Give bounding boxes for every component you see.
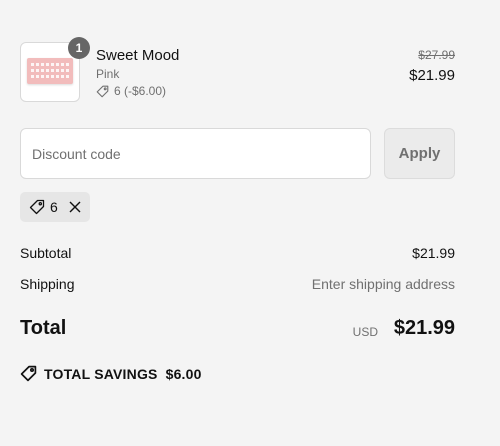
- press-on-nails-image: [27, 58, 73, 84]
- product-name: Sweet Mood: [96, 47, 180, 64]
- subtotal-row: Subtotal $21.99: [20, 245, 455, 261]
- tag-icon: [96, 85, 109, 97]
- product-variant: Pink: [96, 67, 120, 81]
- shipping-label: Shipping: [20, 276, 75, 292]
- savings-value: $6.00: [165, 365, 202, 382]
- tag-icon: [20, 365, 37, 382]
- cart-line-item: 1 Sweet Mood Pink 6 (-$6.00) $27.99 $21.…: [20, 37, 455, 106]
- line-item-discount-label: 6 (-$6.00): [114, 84, 167, 98]
- applied-discount-code: 6: [50, 199, 58, 215]
- product-thumbnail: 1: [20, 37, 90, 102]
- sale-price: $21.99: [409, 67, 455, 84]
- discount-code-input[interactable]: [20, 128, 371, 179]
- quantity-badge: 1: [68, 37, 90, 59]
- subtotal-value: $21.99: [412, 245, 455, 261]
- savings-label: TOTAL SAVINGS: [44, 365, 158, 382]
- subtotal-label: Subtotal: [20, 245, 72, 261]
- tag-icon: [29, 199, 45, 215]
- total-row: Total USD $21.99: [20, 317, 455, 347]
- close-icon[interactable]: [68, 200, 82, 214]
- original-price: $27.99: [418, 48, 455, 62]
- total-value: $21.99: [393, 317, 455, 339]
- shipping-value: Enter shipping address: [311, 276, 455, 292]
- applied-discount-chip: 6: [20, 192, 90, 222]
- shipping-row: Shipping Enter shipping address: [20, 276, 455, 292]
- total-savings: TOTAL SAVINGS $6.00: [20, 365, 202, 382]
- line-item-discount: 6 (-$6.00): [96, 84, 166, 98]
- currency-code: USD: [352, 325, 378, 339]
- total-label: Total: [20, 317, 67, 339]
- apply-discount-button[interactable]: Apply: [384, 128, 455, 179]
